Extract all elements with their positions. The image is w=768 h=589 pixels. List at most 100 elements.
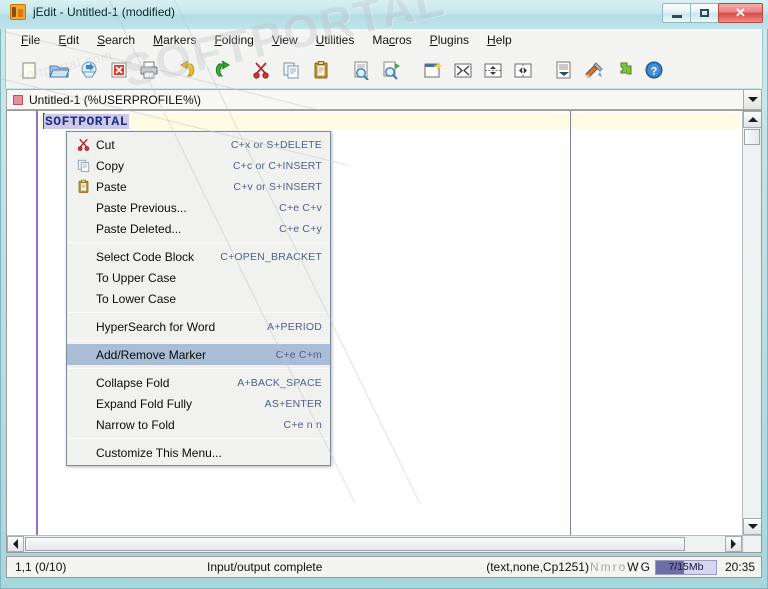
cut-icon (70, 134, 96, 155)
horizontal-scrollbar[interactable] (7, 535, 742, 552)
context-menu-accel: C+e C+y (279, 222, 322, 235)
context-menu-label: To Lower Case (96, 291, 177, 306)
split-horizontal-icon[interactable] (478, 55, 508, 85)
menu-file[interactable]: File (12, 31, 49, 49)
context-menu-item-add-remove-marker[interactable]: Add/Remove Marker C+e C+m (67, 344, 330, 365)
menu-view[interactable]: View (263, 31, 307, 49)
horizontal-scrollbar-thumb[interactable] (25, 537, 685, 551)
context-menu-item-select-code-block[interactable]: Select Code Block C+OPEN_BRACKET (67, 246, 330, 267)
editor-context-menu[interactable]: Cut C+x or S+DELETE Copy C+c or C+INSERT… (66, 131, 331, 466)
window-controls: ✕ (662, 3, 763, 23)
context-menu-accel: A+PERIOD (267, 320, 322, 333)
vertical-scrollbar-thumb[interactable] (744, 129, 760, 145)
word-wrap-icon[interactable] (549, 55, 579, 85)
scroll-left-button[interactable] (7, 536, 24, 552)
context-menu-label: To Upper Case (96, 270, 177, 285)
menu-search[interactable]: Search (88, 31, 144, 49)
scroll-up-button[interactable] (743, 111, 761, 128)
chevron-down-icon (747, 97, 758, 102)
triangle-up-icon (747, 117, 758, 122)
buffer-switcher-dropdown[interactable] (743, 90, 761, 109)
status-message: Input/output complete (207, 560, 323, 574)
triangle-right-icon (731, 539, 736, 549)
maximize-icon (691, 4, 718, 22)
context-menu-item-expand-fold-fully[interactable]: Expand Fold Fully AS+ENTER (67, 393, 330, 414)
context-menu-item-cut[interactable]: Cut C+x or S+DELETE (67, 134, 330, 155)
toolbar-separator (407, 55, 418, 85)
cut-icon[interactable] (246, 55, 276, 85)
caret-position[interactable]: 1,1 (0/10) (7, 560, 157, 574)
print-icon[interactable] (134, 55, 164, 85)
scroll-down-button[interactable] (743, 518, 761, 535)
vertical-scrollbar[interactable] (742, 111, 761, 535)
minimize-icon (663, 4, 690, 22)
toggle-overwrite[interactable]: o (618, 560, 627, 574)
undo-icon[interactable] (175, 55, 205, 85)
scrollbar-corner (742, 535, 761, 552)
context-menu-label: Paste (96, 179, 127, 194)
memory-usage-bar[interactable]: 7/15Mb (654, 559, 717, 575)
toggle-multi-select[interactable]: m (600, 560, 612, 574)
context-menu-item-narrow-to-fold[interactable]: Narrow to Fold C+e n n (67, 414, 330, 435)
maximize-button[interactable] (690, 3, 719, 23)
menu-macros[interactable]: Macros (363, 31, 420, 49)
unsplit-icon[interactable] (448, 55, 478, 85)
save-file-icon[interactable] (74, 55, 104, 85)
find-icon[interactable] (347, 55, 377, 85)
context-menu-separator (68, 368, 329, 369)
menu-markers[interactable]: Markers (144, 31, 205, 49)
toolbar-separator (336, 55, 347, 85)
context-menu-accel: A+BACK_SPACE (237, 376, 322, 389)
window-title: jEdit - Untitled-1 (modified) (33, 5, 176, 19)
no-icon (70, 372, 96, 393)
toggle-fold-mode[interactable]: G (640, 560, 651, 574)
context-menu-label: Select Code Block (96, 249, 195, 264)
close-button[interactable]: ✕ (718, 3, 763, 23)
new-file-icon[interactable] (14, 55, 44, 85)
menu-utilities[interactable]: Utilities (307, 31, 364, 49)
context-menu-label: Expand Fold Fully (96, 396, 193, 411)
minimize-button[interactable] (662, 3, 691, 23)
copy-icon[interactable] (276, 55, 306, 85)
encoding-indicator[interactable]: (text,none,Cp1251) (486, 560, 589, 574)
context-menu-item-customize-this-menu[interactable]: Customize This Menu... (67, 442, 330, 463)
context-menu-label: Paste Deleted... (96, 221, 182, 236)
find-next-icon[interactable] (377, 55, 407, 85)
menu-help[interactable]: Help (478, 31, 521, 49)
titlebar: jEdit - Untitled-1 (modified) ✕ (0, 0, 768, 29)
context-menu-label: HyperSearch for Word (96, 319, 216, 334)
scroll-right-button[interactable] (725, 536, 742, 552)
context-menu-item-paste[interactable]: Paste C+v or S+INSERT (67, 176, 330, 197)
close-file-icon[interactable] (104, 55, 134, 85)
menu-plugins[interactable]: Plugins (421, 31, 478, 49)
triangle-down-icon (747, 524, 758, 529)
no-icon (70, 288, 96, 309)
global-options-icon[interactable] (579, 55, 609, 85)
plugin-manager-icon[interactable] (609, 55, 639, 85)
toggle-line-separator[interactable]: N (589, 560, 600, 574)
open-file-icon[interactable] (44, 55, 74, 85)
buffer-switcher[interactable]: Untitled-1 (%USERPROFILE%\) (6, 89, 762, 110)
no-icon (70, 218, 96, 239)
context-menu-accel: AS+ENTER (264, 397, 322, 410)
context-menu-item-paste-previous[interactable]: Paste Previous... C+e C+v (67, 197, 330, 218)
context-menu-item-copy[interactable]: Copy C+c or C+INSERT (67, 155, 330, 176)
paste-icon[interactable] (306, 55, 336, 85)
redo-icon[interactable] (205, 55, 235, 85)
menu-edit[interactable]: Edit (49, 31, 88, 49)
context-menu-item-to-lower-case[interactable]: To Lower Case (67, 288, 330, 309)
menu-folding[interactable]: Folding (205, 31, 262, 49)
toggle-word-wrap[interactable]: W (626, 560, 639, 574)
context-menu-accel: C+v or S+INSERT (233, 180, 322, 193)
split-vertical-icon[interactable] (508, 55, 538, 85)
context-menu-item-to-upper-case[interactable]: To Upper Case (67, 267, 330, 288)
context-menu-item-paste-deleted[interactable]: Paste Deleted... C+e C+y (67, 218, 330, 239)
jedit-window: jEdit - Untitled-1 (modified) ✕ File Edi… (0, 0, 768, 589)
help-icon[interactable]: ? (639, 55, 669, 85)
context-menu-item-collapse-fold[interactable]: Collapse Fold A+BACK_SPACE (67, 372, 330, 393)
no-icon (70, 246, 96, 267)
no-icon (70, 442, 96, 463)
context-menu-item-hypersearch-for-word[interactable]: HyperSearch for Word A+PERIOD (67, 316, 330, 337)
new-view-icon[interactable] (418, 55, 448, 85)
editor-gutter[interactable] (7, 111, 38, 552)
